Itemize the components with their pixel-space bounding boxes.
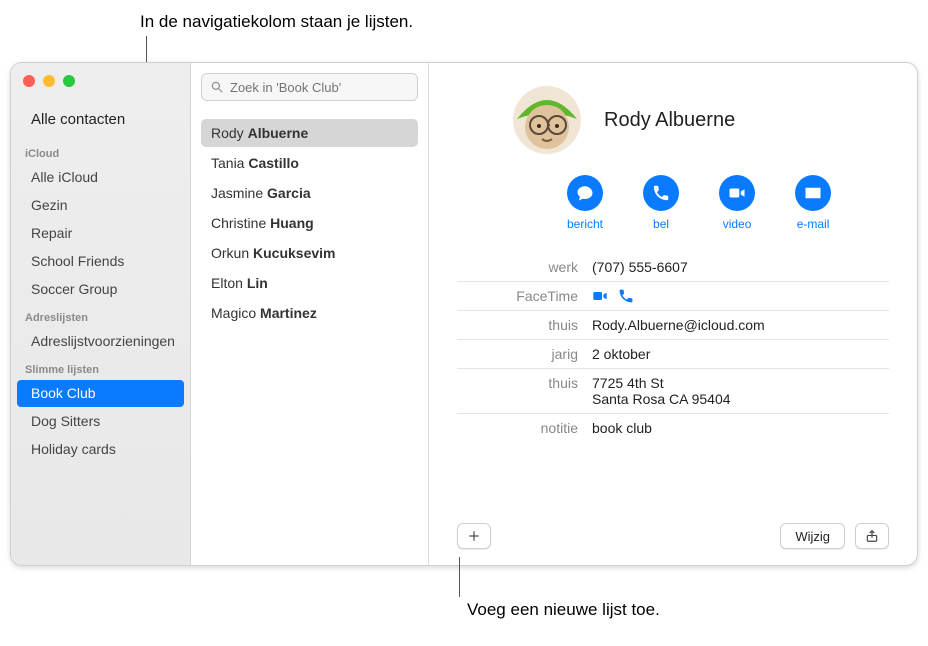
sidebar-item[interactable]: Adreslijstvoorzieningen (17, 328, 184, 355)
edit-button[interactable]: Wijzig (780, 523, 845, 549)
email-icon (795, 175, 831, 211)
info-value[interactable]: Rody.Albuerne@icloud.com (592, 317, 889, 333)
info-value[interactable]: (707) 555-6607 (592, 259, 889, 275)
info-value[interactable]: 2 oktober (592, 346, 889, 362)
action-video-label: video (723, 217, 752, 231)
contact-info: werk(707) 555-6607FaceTimethuisRody.Albu… (457, 253, 889, 515)
contact-list-column: Rody AlbuerneTania CastilloJasmine Garci… (191, 63, 429, 565)
info-key: FaceTime (457, 288, 592, 304)
sidebar-item[interactable]: Book Club (17, 380, 184, 407)
contact-list-item[interactable]: Tania Castillo (201, 149, 418, 177)
sidebar-section-title: iCloud (11, 140, 190, 163)
contacts-window: Alle contacten iCloudAlle iCloudGezinRep… (10, 62, 918, 566)
sidebar-section-title: Adreslijsten (11, 304, 190, 327)
info-row: jarig2 oktober (457, 339, 889, 368)
callout-top: In de navigatiekolom staan je lijsten. (140, 12, 413, 32)
info-row: thuis7725 4th St Santa Rosa CA 95404 (457, 368, 889, 413)
action-call[interactable]: bel (643, 175, 679, 231)
zoom-window[interactable] (63, 75, 75, 87)
contact-list: Rody AlbuerneTania CastilloJasmine Garci… (201, 119, 418, 327)
contact-list-item[interactable]: Jasmine Garcia (201, 179, 418, 207)
search-input[interactable] (224, 79, 409, 96)
info-row: thuisRody.Albuerne@icloud.com (457, 310, 889, 339)
video-icon (719, 175, 755, 211)
action-video[interactable]: video (719, 175, 755, 231)
sidebar-item[interactable]: Gezin (17, 192, 184, 219)
contact-card: Rody Albuerne bericht bel (429, 63, 917, 565)
action-call-label: bel (653, 217, 669, 231)
info-value[interactable]: book club (592, 420, 889, 436)
close-window[interactable] (23, 75, 35, 87)
search-icon (210, 80, 224, 94)
sidebar-item[interactable]: School Friends (17, 248, 184, 275)
sidebar-all-contacts[interactable]: Alle contacten (17, 106, 184, 139)
share-icon (865, 529, 879, 543)
window-controls (11, 63, 190, 105)
facetime-video-icon[interactable] (592, 288, 608, 304)
minimize-window[interactable] (43, 75, 55, 87)
info-key: notitie (457, 420, 592, 436)
share-button[interactable] (855, 523, 889, 549)
contact-name: Rody Albuerne (604, 109, 735, 132)
plus-icon (467, 529, 481, 543)
info-row: FaceTime (457, 281, 889, 310)
sidebar: Alle contacten iCloudAlle iCloudGezinRep… (11, 63, 191, 565)
action-message[interactable]: bericht (567, 175, 603, 231)
contact-list-item[interactable]: Christine Huang (201, 209, 418, 237)
callout-bottom: Voeg een nieuwe lijst toe. (467, 600, 660, 620)
info-value[interactable]: 7725 4th St Santa Rosa CA 95404 (592, 375, 889, 407)
contact-list-item[interactable]: Elton Lin (201, 269, 418, 297)
sidebar-item[interactable]: Repair (17, 220, 184, 247)
action-email-label: e-mail (797, 217, 830, 231)
message-icon (567, 175, 603, 211)
info-key: thuis (457, 375, 592, 407)
sidebar-section-title: Slimme lijsten (11, 356, 190, 379)
contact-list-item[interactable]: Magico Martinez (201, 299, 418, 327)
contact-list-item[interactable]: Orkun Kucuksevim (201, 239, 418, 267)
phone-icon (643, 175, 679, 211)
avatar (512, 85, 582, 155)
facetime-audio-icon[interactable] (618, 288, 634, 304)
action-message-label: bericht (567, 217, 603, 231)
callout-line-bottom (459, 557, 460, 597)
contact-list-item[interactable]: Rody Albuerne (201, 119, 418, 147)
sidebar-item[interactable]: Dog Sitters (17, 408, 184, 435)
action-email[interactable]: e-mail (795, 175, 831, 231)
info-key: werk (457, 259, 592, 275)
info-row: notitiebook club (457, 413, 889, 442)
add-button[interactable] (457, 523, 491, 549)
info-row: werk(707) 555-6607 (457, 253, 889, 281)
info-value[interactable] (592, 288, 889, 304)
info-key: jarig (457, 346, 592, 362)
sidebar-item[interactable]: Alle iCloud (17, 164, 184, 191)
info-key: thuis (457, 317, 592, 333)
search-box[interactable] (201, 73, 418, 101)
sidebar-item[interactable]: Holiday cards (17, 436, 184, 463)
sidebar-item[interactable]: Soccer Group (17, 276, 184, 303)
